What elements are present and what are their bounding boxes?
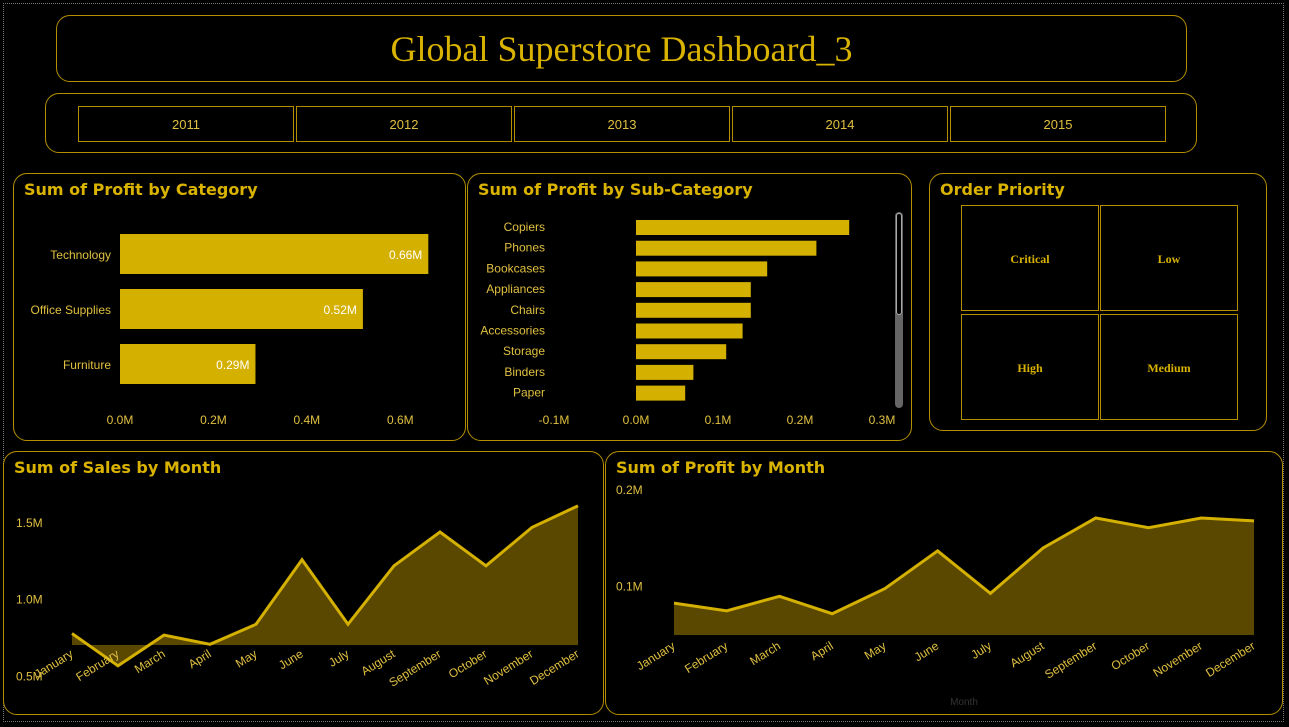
subcategory-label: Appliances	[486, 282, 545, 296]
priority-medium-tile[interactable]: Medium	[1100, 314, 1238, 420]
order-priority-panel: Order Priority Critical Low High Medium	[929, 173, 1267, 431]
category-bar	[120, 234, 429, 274]
year-button-2015[interactable]: 2015	[950, 106, 1166, 142]
month-label: September	[1042, 639, 1099, 682]
x-tick-label: 0.6M	[387, 413, 414, 427]
subcategory-label: Paper	[513, 386, 545, 400]
year-button-2012[interactable]: 2012	[296, 106, 512, 142]
year-slicer: 2011 2012 2013 2014 2015	[45, 93, 1197, 153]
bar-value-label: 0.52M	[324, 303, 357, 317]
profit-by-category-chart: Technology 0.66M Office Supplies 0.52M Furni…	[31, 234, 429, 427]
category-label: Office Supplies	[31, 303, 112, 317]
x-tick-label: 0.0M	[623, 413, 650, 427]
profit-by-month-panel: Sum of Profit by Month 0.1M 0.2M January Fe…	[605, 451, 1283, 715]
month-label: June	[912, 639, 942, 665]
x-tick-label: 0.4M	[294, 413, 321, 427]
x-tick-label: 0.2M	[787, 413, 814, 427]
x-tick-label: 0.0M	[107, 413, 134, 427]
y-tick-label: 1.0M	[16, 593, 43, 607]
profit-by-month-chart: 0.1M 0.2M January February March April May June…	[616, 483, 1258, 708]
subcategory-label: Phones	[504, 241, 545, 255]
category-label: Technology	[50, 248, 111, 262]
year-button-2013[interactable]: 2013	[514, 106, 730, 142]
priority-critical-tile[interactable]: Critical	[961, 205, 1099, 311]
profit-by-category-panel: Sum of Profit by Category Technology 0.66…	[13, 173, 466, 441]
subcategory-bar	[636, 282, 751, 298]
month-label: September	[386, 647, 443, 690]
priority-low-tile[interactable]: Low	[1100, 205, 1238, 311]
category-label: Furniture	[63, 358, 111, 372]
subcategory-bar	[636, 364, 694, 380]
subcategory-bar	[636, 385, 686, 401]
area-fill	[72, 505, 578, 666]
month-label: May	[862, 639, 889, 663]
bar-value-label: 0.29M	[216, 358, 249, 372]
month-label: April	[186, 647, 214, 672]
subcategory-label: Copiers	[504, 220, 545, 234]
month-label: July	[968, 639, 994, 662]
month-label: November	[481, 647, 535, 688]
month-label: December	[1203, 639, 1257, 680]
y-tick-label: 0.2M	[616, 483, 643, 497]
month-label: October	[1109, 639, 1153, 673]
page-title: Global Superstore Dashboard_3	[390, 29, 853, 69]
subcategory-bar	[636, 220, 850, 235]
month-label: November	[1150, 639, 1204, 680]
month-label: June	[276, 647, 306, 673]
bar-value-label: 0.66M	[389, 248, 422, 262]
sales-by-month-chart: 0.5M1.0M1.5MJanuaryFebruary March April May…	[16, 504, 582, 690]
area-fill	[674, 518, 1254, 635]
subcategory-bar	[636, 261, 768, 277]
subcategory-bar	[636, 302, 751, 318]
x-axis-title: Month	[950, 697, 978, 708]
title-card: Global Superstore Dashboard_3	[56, 15, 1187, 82]
month-label: January	[634, 639, 678, 674]
panel-title: Order Priority	[940, 180, 1065, 199]
subcategory-bar	[636, 323, 743, 339]
month-label: May	[233, 647, 260, 671]
subcategory-label: Storage	[503, 344, 545, 358]
x-tick-label: 0.1M	[705, 413, 732, 427]
subcategory-label: Accessories	[480, 324, 545, 338]
month-label: February	[682, 639, 730, 676]
y-tick-label: 1.5M	[16, 516, 43, 530]
y-tick-label: 0.1M	[616, 580, 643, 594]
month-label: July	[326, 647, 352, 670]
month-label: August	[1008, 638, 1048, 670]
month-label: March	[747, 639, 783, 669]
subcategory-bar	[636, 240, 817, 256]
subcategory-label: Binders	[504, 365, 545, 379]
profit-by-subcategory-chart: Copiers Phones Bookcases Appliances Chairs Ac…	[480, 220, 896, 427]
year-button-2011[interactable]: 2011	[78, 106, 294, 142]
x-tick-label: -0.1M	[539, 413, 570, 427]
sales-by-month-panel: Sum of Sales by Month 0.5M 1.0M 1.5M Januar…	[3, 451, 604, 715]
profit-by-subcategory-panel: Sum of Profit by Sub-Category Copiers Pho…	[467, 173, 912, 441]
month-label: April	[808, 639, 836, 664]
scrollbar-thumb[interactable]	[896, 213, 902, 315]
month-label: January	[32, 647, 76, 682]
year-button-2014[interactable]: 2014	[732, 106, 948, 142]
priority-high-tile[interactable]: High	[961, 314, 1099, 420]
subcategory-label: Chairs	[510, 303, 545, 317]
subcategory-bar	[636, 344, 727, 360]
subcategory-label: Bookcases	[486, 261, 545, 275]
x-tick-label: 0.3M	[869, 413, 896, 427]
month-label: December	[527, 647, 581, 688]
x-tick-label: 0.2M	[200, 413, 227, 427]
